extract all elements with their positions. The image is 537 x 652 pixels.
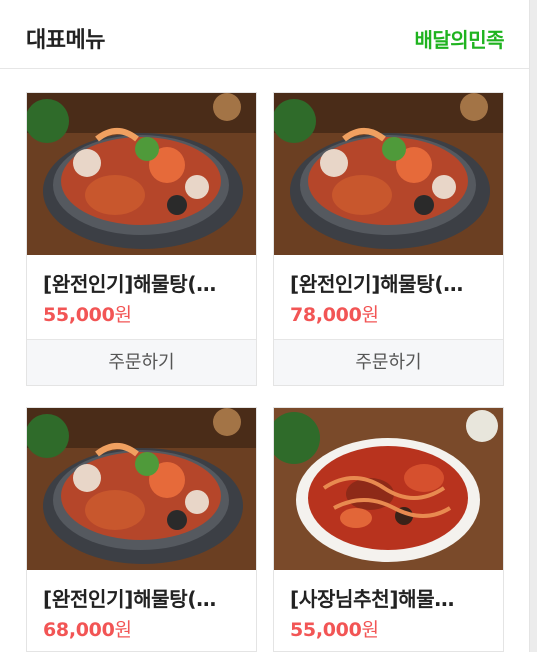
seafood-hotpot-photo[interactable]: [27, 408, 256, 570]
spicy-seafood-noodle-photo[interactable]: [274, 408, 503, 570]
menu-card[interactable]: [사장님추천]해물… 55,000원: [273, 407, 504, 652]
menu-card[interactable]: [완전인기]해물탕(… 68,000원: [26, 407, 257, 652]
panel-header: 대표메뉴 배달의민족: [0, 0, 529, 69]
brand-logo[interactable]: 배달의민족: [415, 24, 505, 53]
menu-card[interactable]: [완전인기]해물탕(… 78,000원 주문하기: [273, 92, 504, 386]
seafood-hotpot-photo[interactable]: [27, 93, 256, 255]
menu-item-price: 78,000원: [290, 304, 379, 326]
menu-panel: 대표메뉴 배달의민족 [완전인기]해물탕(… 55,000원 주문하기 [완전인…: [0, 0, 530, 652]
menu-card[interactable]: [완전인기]해물탕(… 55,000원 주문하기: [26, 92, 257, 386]
menu-item-price: 68,000원: [43, 619, 132, 641]
menu-item-name: [완전인기]해물탕(…: [43, 272, 216, 296]
menu-item-name: [완전인기]해물탕(…: [43, 587, 216, 611]
order-button[interactable]: 주문하기: [27, 339, 256, 385]
menu-item-name: [사장님추천]해물…: [290, 587, 455, 611]
menu-item-price: 55,000원: [43, 304, 132, 326]
seafood-hotpot-photo[interactable]: [274, 93, 503, 255]
menu-item-name: [완전인기]해물탕(…: [290, 272, 463, 296]
order-button[interactable]: 주문하기: [274, 339, 503, 385]
menu-item-price: 55,000원: [290, 619, 379, 641]
section-title: 대표메뉴: [26, 28, 105, 53]
